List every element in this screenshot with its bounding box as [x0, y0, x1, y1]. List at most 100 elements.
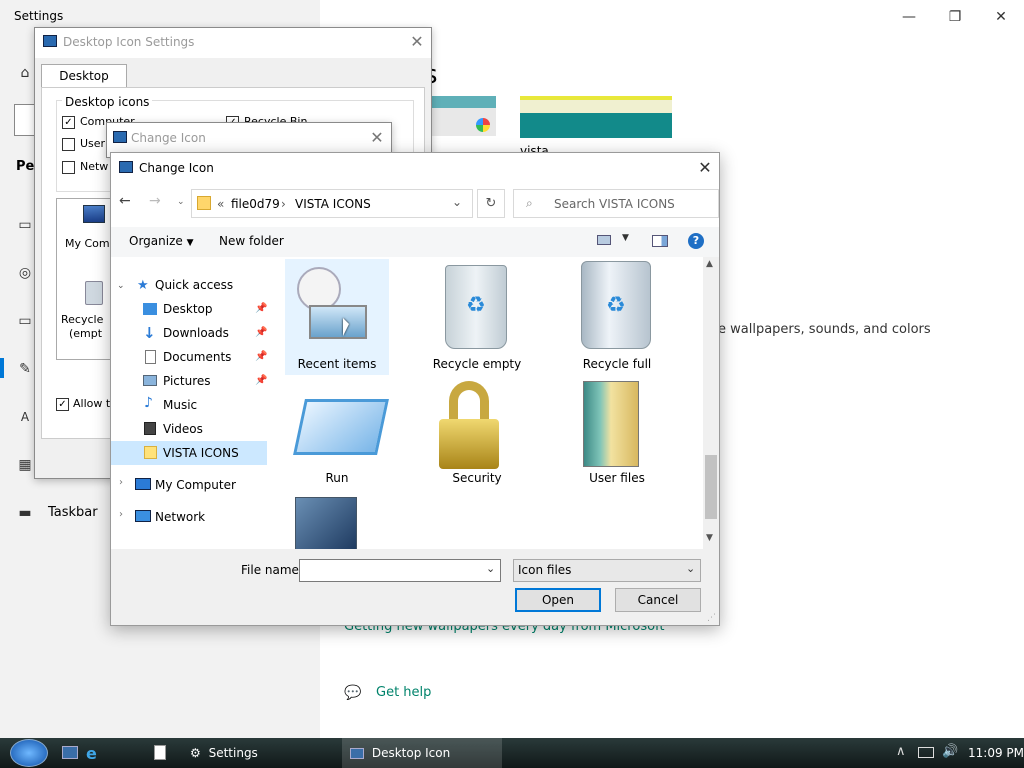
navigation-pane: ⌄ ★ Quick access Desktop 📌 ↓ Downloads 📌…: [111, 261, 271, 549]
star-icon: ★: [137, 278, 149, 293]
help-icon[interactable]: ?: [688, 233, 704, 249]
file-name-input[interactable]: ⌄: [299, 559, 501, 582]
run-icon: [293, 399, 389, 455]
start-button[interactable]: [10, 739, 48, 767]
show-hidden-icons-icon[interactable]: ∧: [896, 744, 906, 759]
dialog-title: Desktop Icon Settings: [63, 35, 195, 49]
mouse-cursor: [343, 318, 349, 336]
taskbar-item-settings[interactable]: ⚙ Settings: [182, 738, 336, 768]
resize-grip-icon[interactable]: ⋰: [707, 613, 716, 623]
dropdown-chevron-icon[interactable]: ⌄: [486, 562, 495, 575]
scroll-down-icon[interactable]: ▼: [706, 533, 713, 543]
nav-item-downloads[interactable]: Downloads: [163, 321, 229, 345]
recycle-symbol-icon: ♻: [466, 293, 486, 318]
file-item-run[interactable]: Run: [285, 389, 389, 493]
back-arrow-icon[interactable]: ←: [119, 193, 131, 209]
taskbar-nav-label[interactable]: Taskbar: [48, 505, 98, 520]
dialog-close-button[interactable]: ✕: [407, 32, 427, 52]
taskbar-icon[interactable]: ▬: [16, 504, 34, 522]
close-button[interactable]: ✕: [978, 6, 1024, 28]
scroll-up-icon[interactable]: ▲: [706, 259, 713, 269]
dialog-close-button[interactable]: ✕: [695, 158, 715, 178]
videos-icon: [144, 422, 156, 435]
allow-themes-checkbox[interactable]: ✓: [56, 398, 69, 411]
tab-desktop-icons[interactable]: Desktop Icons: [41, 64, 127, 105]
volume-icon[interactable]: 🔊: [942, 744, 958, 759]
colors-icon[interactable]: ◎: [16, 264, 34, 282]
file-label: User files: [589, 471, 645, 485]
nav-item-desktop[interactable]: Desktop: [163, 297, 213, 321]
cancel-button[interactable]: Cancel: [615, 588, 701, 612]
maximize-button[interactable]: ❐: [932, 6, 978, 28]
vista-theme-thumb[interactable]: [520, 96, 672, 138]
selection-indicator: [0, 358, 4, 378]
dialog-close-button[interactable]: ✕: [367, 128, 387, 148]
pictures-icon: [143, 375, 157, 386]
themes-icon[interactable]: ✎: [16, 360, 34, 378]
lock-screen-icon[interactable]: ▭: [16, 312, 34, 330]
nav-item-vista-icons[interactable]: VISTA ICONS: [163, 441, 239, 465]
new-folder-button[interactable]: New folder: [219, 234, 284, 248]
nav-item-pictures[interactable]: Pictures: [163, 369, 211, 393]
home-icon[interactable]: ⌂: [16, 64, 34, 82]
preview-pane-icon[interactable]: [652, 235, 668, 247]
internet-explorer-icon[interactable]: e: [86, 744, 97, 763]
refresh-button[interactable]: ↻: [477, 189, 505, 218]
notepad-icon[interactable]: [154, 745, 166, 760]
search-icon: ⌕: [526, 196, 533, 210]
start-icon[interactable]: ▦: [16, 456, 34, 474]
address-dropdown-chevron-icon[interactable]: ⌄: [452, 195, 462, 209]
dropdown-chevron-icon: ⌄: [686, 562, 696, 575]
organize-button[interactable]: Organize ▼: [129, 234, 194, 248]
file-item-security[interactable]: Security: [425, 379, 529, 493]
file-item-recent-items[interactable]: Recent items: [285, 261, 389, 375]
nav-item-videos[interactable]: Videos: [163, 417, 203, 441]
show-desktop-icon[interactable]: [62, 746, 78, 759]
file-item-recycle-empty[interactable]: ♻ Recycle empty: [425, 261, 529, 375]
vertical-scrollbar[interactable]: ▲ ▼: [703, 257, 719, 549]
breadcrumb-overflow[interactable]: «: [217, 197, 224, 211]
background-icon[interactable]: ▭: [16, 216, 34, 234]
help-icon: 💬: [344, 685, 362, 701]
clock-time[interactable]: 11:09 PM: [968, 746, 1024, 760]
taskbar-item-desktop-icon-settings[interactable]: Desktop Icon Settings: [342, 738, 502, 768]
recent-items-icon: [309, 305, 367, 339]
file-item-recycle-full[interactable]: ♻ Recycle full: [565, 261, 669, 375]
get-help-link[interactable]: Get help: [376, 685, 431, 700]
search-placeholder: Search VISTA ICONS: [554, 197, 675, 211]
view-dropdown-chevron-icon[interactable]: ▼: [622, 233, 629, 243]
file-type-select[interactable]: Icon files ⌄: [513, 559, 701, 582]
fonts-icon[interactable]: A: [16, 408, 34, 426]
nav-item-my-computer[interactable]: My Computer: [155, 473, 236, 497]
scrollbar-thumb[interactable]: [705, 455, 717, 519]
dialog-title: Change Icon: [131, 131, 206, 145]
open-button[interactable]: Open: [515, 588, 601, 612]
media-icon[interactable]: [295, 497, 357, 549]
breadcrumb-segment[interactable]: file0d79: [231, 197, 280, 211]
expand-chevron-icon[interactable]: ⌄: [117, 281, 125, 291]
network-icon[interactable]: [918, 747, 934, 758]
change-icon-file-dialog: Change Icon ✕ ← → ⌄ « file0d79 › VISTA I…: [110, 152, 720, 626]
settings-title: Settings: [14, 9, 64, 23]
nav-item-documents[interactable]: Documents: [163, 345, 231, 369]
file-item-user-files[interactable]: User files: [565, 379, 669, 493]
nav-item-quick-access[interactable]: Quick access: [155, 273, 233, 297]
nav-item-network[interactable]: Network: [155, 505, 205, 529]
breadcrumb-segment[interactable]: VISTA ICONS: [295, 197, 371, 211]
network-checkbox[interactable]: [62, 161, 75, 174]
current-theme-thumb[interactable]: [424, 96, 496, 136]
folder-icon: [197, 196, 211, 210]
nav-item-music[interactable]: Music: [163, 393, 197, 417]
computer-checkbox[interactable]: ✓: [62, 116, 75, 129]
address-bar[interactable]: « file0d79 › VISTA ICONS ⌄: [191, 189, 473, 218]
search-box[interactable]: ⌕ Search VISTA ICONS: [513, 189, 719, 218]
forward-arrow-icon[interactable]: →: [149, 193, 161, 209]
expand-chevron-icon[interactable]: ›: [119, 477, 123, 488]
icon-list[interactable]: My Comp Recycle (empt: [56, 198, 117, 360]
recent-locations-chevron-icon[interactable]: ⌄: [177, 197, 185, 207]
expand-chevron-icon[interactable]: ›: [119, 509, 123, 520]
minimize-button[interactable]: —: [886, 6, 932, 28]
view-menu-icon[interactable]: [597, 235, 611, 245]
file-label: Run: [325, 471, 349, 485]
user-files-checkbox[interactable]: [62, 138, 75, 151]
